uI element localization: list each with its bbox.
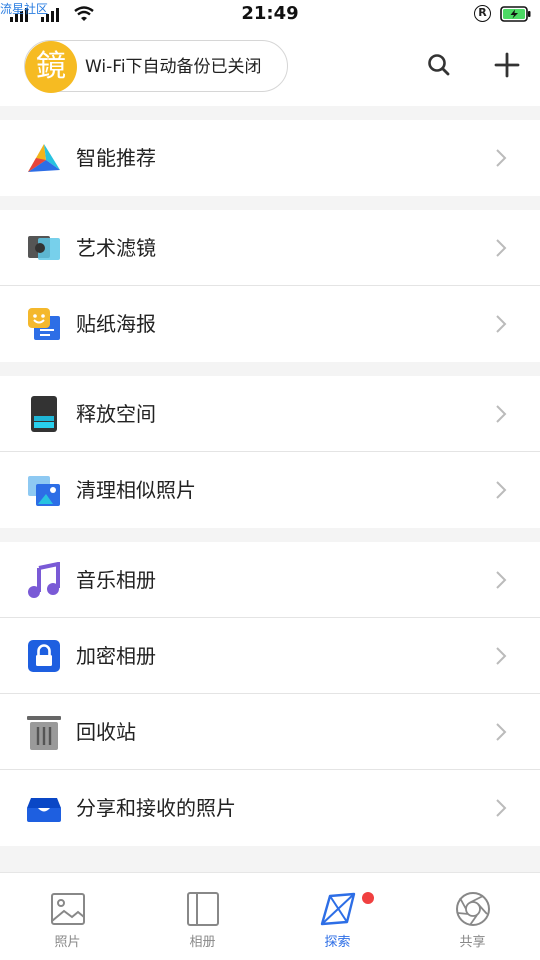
menu-item-label: 分享和接收的照片 <box>76 796 236 820</box>
bottom-tab-bar: 照片 相册 探索 共享 <box>0 872 540 960</box>
explore-icon <box>320 892 356 926</box>
menu-group-storage: 释放空间 清理相似照片 <box>0 376 540 528</box>
menu-item-label: 释放空间 <box>76 402 156 426</box>
menu-item-sticker-poster[interactable]: 贴纸海报 <box>0 286 540 362</box>
avatar[interactable]: 鏡 <box>25 41 77 93</box>
clean-similar-photos-icon <box>28 476 60 506</box>
sticker-poster-icon <box>28 308 60 340</box>
plus-icon[interactable] <box>492 50 522 80</box>
notification-badge <box>362 892 374 904</box>
tab-label: 共享 <box>459 935 486 950</box>
backup-status-text: Wi-Fi下自动备份已关闭 <box>85 57 262 77</box>
chevron-right-icon <box>496 647 507 665</box>
registered-mark-icon: R <box>474 5 491 22</box>
menu-item-label: 加密相册 <box>76 644 156 668</box>
menu-item-music-album[interactable]: 音乐相册 <box>0 542 540 618</box>
inbox-tray-icon <box>27 798 61 822</box>
status-time: 21:49 <box>241 3 299 24</box>
status-bar: 21:49 R <box>0 0 540 28</box>
album-icon <box>187 892 219 926</box>
menu-item-lock-album[interactable]: 加密相册 <box>0 618 540 694</box>
photo-icon <box>51 893 85 925</box>
tab-explore[interactable]: 探索 <box>270 873 405 960</box>
menu-item-smart-recommend[interactable]: 智能推荐 <box>0 120 540 196</box>
menu-group-recommend: 智能推荐 <box>0 120 540 196</box>
tab-label: 相册 <box>189 935 216 950</box>
menu-item-shared-received[interactable]: 分享和接收的照片 <box>0 770 540 846</box>
search-icon[interactable] <box>424 50 454 80</box>
top-header: 鏡 Wi-Fi下自动备份已关闭 <box>0 28 540 106</box>
tab-label: 照片 <box>54 935 81 950</box>
smart-recommend-icon <box>28 144 60 172</box>
battery-charging-icon <box>500 6 531 22</box>
chevron-right-icon <box>496 405 507 423</box>
menu-item-label: 智能推荐 <box>76 146 156 170</box>
tab-shared[interactable]: 共享 <box>405 873 540 960</box>
chevron-right-icon <box>496 723 507 741</box>
menu-item-free-space[interactable]: 释放空间 <box>0 376 540 452</box>
menu-item-trash[interactable]: 回收站 <box>0 694 540 770</box>
menu-item-art-filter[interactable]: 艺术滤镜 <box>0 210 540 286</box>
menu-item-label: 贴纸海报 <box>76 312 156 336</box>
watermark-text: 流星社区 <box>0 2 49 16</box>
chevron-right-icon <box>496 799 507 817</box>
chevron-right-icon <box>496 149 507 167</box>
menu-group-creative: 艺术滤镜 贴纸海报 <box>0 210 540 362</box>
free-space-icon <box>31 396 57 432</box>
art-filter-icon <box>28 236 60 260</box>
menu-item-label: 艺术滤镜 <box>76 236 156 260</box>
tab-photos[interactable]: 照片 <box>0 873 135 960</box>
menu-item-label: 清理相似照片 <box>76 478 196 502</box>
menu-item-label: 回收站 <box>76 720 136 744</box>
menu-item-label: 音乐相册 <box>76 568 156 592</box>
menu-item-clean-similar-photos[interactable]: 清理相似照片 <box>0 452 540 528</box>
lock-album-icon <box>28 640 60 672</box>
backup-status-pill[interactable]: 鏡 Wi-Fi下自动备份已关闭 <box>24 40 288 93</box>
chevron-right-icon <box>496 571 507 589</box>
tab-label: 探索 <box>324 935 351 950</box>
trash-icon <box>27 716 61 750</box>
chevron-right-icon <box>496 239 507 257</box>
chevron-right-icon <box>496 481 507 499</box>
menu-group-albums: 音乐相册 加密相册 回收站 分享和接收的照片 <box>0 542 540 846</box>
tab-albums[interactable]: 相册 <box>135 873 270 960</box>
shutter-icon <box>456 892 490 926</box>
chevron-right-icon <box>496 315 507 333</box>
music-album-icon <box>28 562 60 598</box>
